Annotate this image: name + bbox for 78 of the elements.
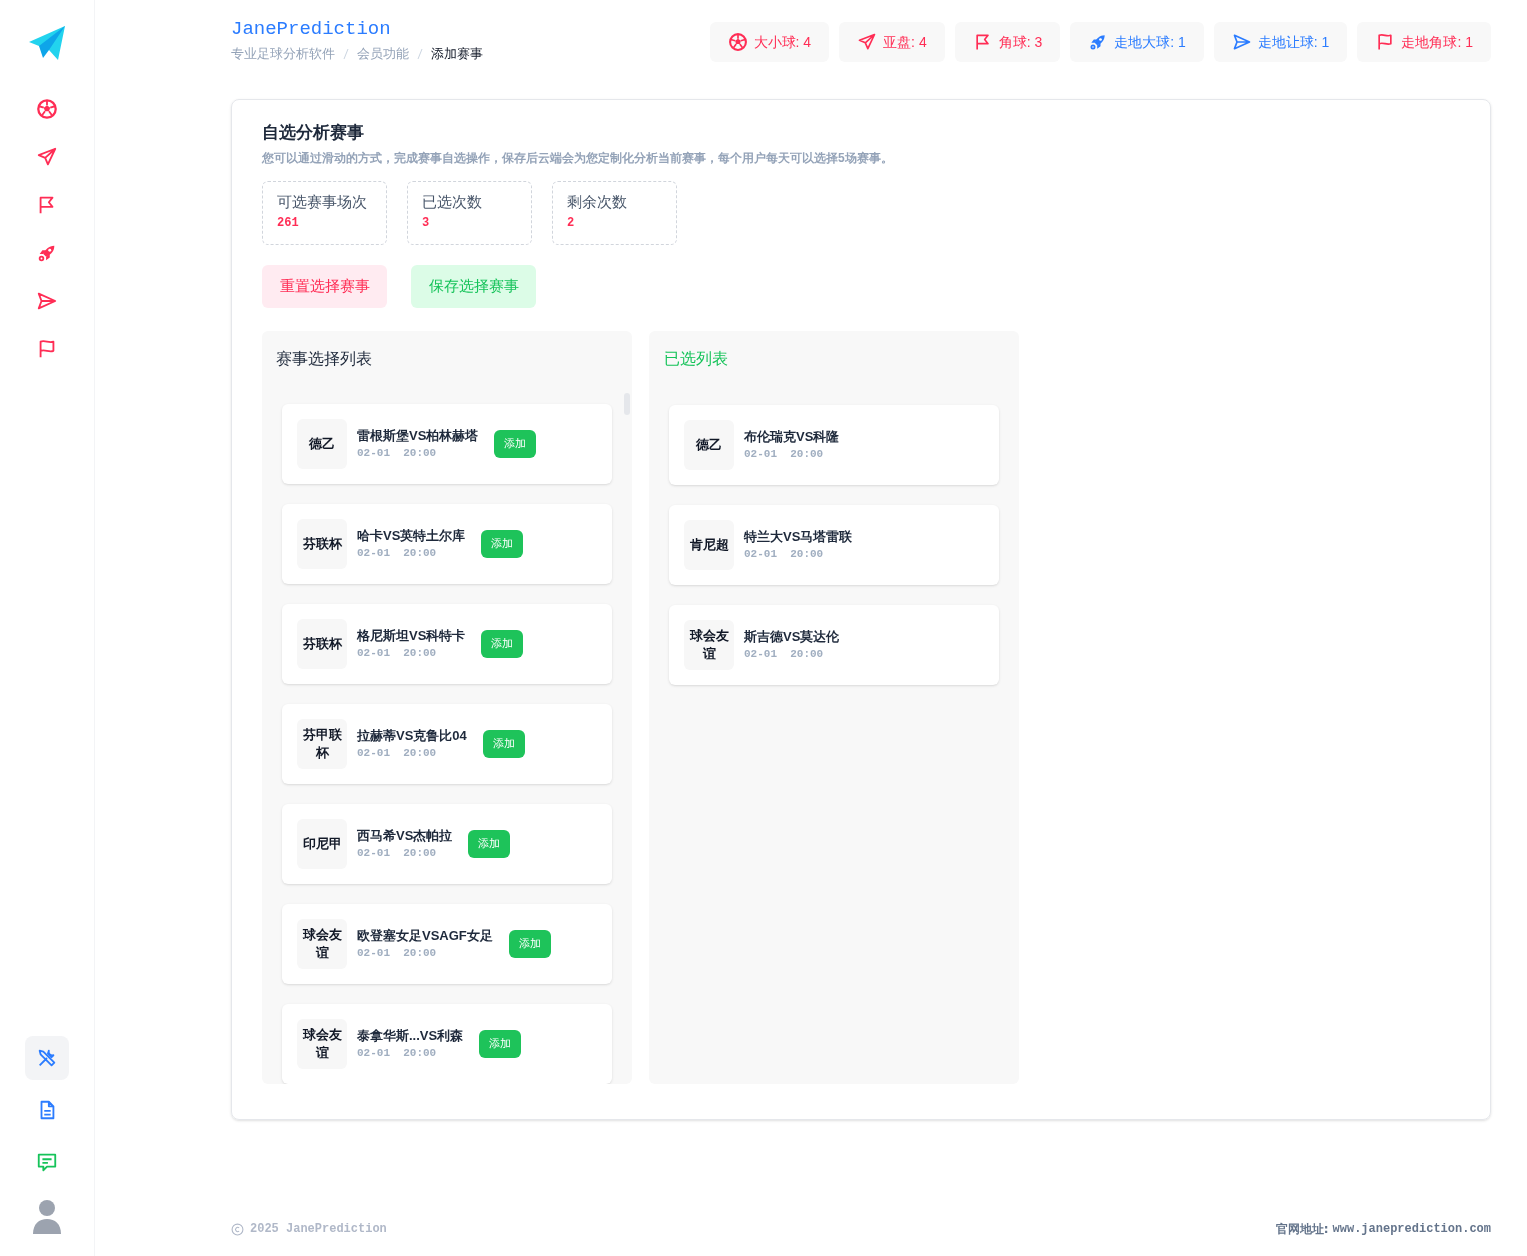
match-time: 02-01 20:00 (357, 1046, 438, 1061)
add-button[interactable]: 添加 (479, 1029, 522, 1058)
breadcrumb-separator-icon (343, 47, 349, 60)
football-icon (36, 98, 58, 120)
site-label: 官网地址: (1275, 1221, 1329, 1238)
site-link[interactable]: www.janeprediction.com (1332, 1220, 1491, 1238)
list-title: 已选列表 (663, 348, 729, 369)
stat-chip[interactable]: 亚盘: 4 (839, 22, 945, 62)
league-label: 德乙 (297, 418, 347, 469)
copyright-text: 2025 JanePrediction (250, 1221, 387, 1238)
league-label: 印尼甲 (297, 818, 347, 869)
breadcrumb-separator-icon (417, 47, 423, 60)
stat-value: 2 (567, 214, 576, 232)
stat-value: 3 (422, 214, 431, 232)
panel-title: 自选分析赛事 (262, 122, 365, 144)
paper-plane-logo-icon (29, 26, 65, 60)
match-teams: 拉赫蒂VS克鲁比04 (357, 726, 467, 745)
stat-chip[interactable]: 走地角球: 1 (1357, 22, 1491, 62)
match-time: 02-01 20:00 (357, 546, 438, 561)
add-button[interactable]: 添加 (508, 929, 551, 958)
breadcrumb-item[interactable]: 专业足球分析软件 (231, 44, 335, 64)
match-teams: 哈卡VS英特土尔库 (357, 526, 466, 545)
match-teams: 西马希VS杰帕拉 (357, 826, 453, 845)
nav-button[interactable] (36, 290, 58, 312)
panel-description: 您可以通过滑动的方式，完成赛事自选操作，保存后云端会为您定制化分析当前赛事，每个用户每天可以选择5场赛事。 (262, 149, 894, 167)
football-icon (727, 32, 748, 52)
stat-chip[interactable]: 大小球: 4 (709, 22, 830, 62)
league-label: 球会友谊 (297, 1018, 347, 1069)
tools-icon (36, 1047, 58, 1069)
nav-button[interactable] (36, 146, 58, 168)
match-time: 02-01 20:00 (744, 547, 825, 562)
paper-plane-icon (857, 32, 878, 52)
match-time: 02-01 20:00 (357, 946, 438, 961)
league-label: 球会友谊 (297, 918, 347, 969)
app-title: JanePrediction (231, 18, 392, 40)
chat-icon (36, 1151, 58, 1173)
league-label: 芬甲联杯 (297, 718, 347, 769)
add-button[interactable]: 添加 (468, 829, 511, 858)
sidebar-tool-button[interactable] (25, 1036, 69, 1080)
match-teams: 斯吉德VS莫达伦 (744, 627, 840, 646)
stat-label: 已选次数 (422, 191, 483, 212)
league-label: 芬联杯 (297, 518, 347, 569)
stat-chip[interactable]: 走地让球: 1 (1213, 22, 1348, 62)
match-teams: 雷根斯堡VS柏林赫塔 (357, 426, 479, 445)
match-teams: 欧登塞女足VSAGF女足 (357, 926, 493, 945)
list-title: 赛事选择列表 (275, 348, 373, 369)
breadcrumb-item: 添加赛事 (431, 45, 483, 63)
league-label: 肯尼超 (684, 519, 734, 570)
add-button[interactable]: 添加 (481, 529, 524, 558)
league-label: 芬联杯 (297, 618, 347, 669)
league-label: 球会友谊 (684, 619, 734, 670)
save-button[interactable]: 保存选择赛事 (411, 264, 536, 308)
add-button[interactable]: 添加 (494, 429, 537, 458)
stat-label: 剩余次数 (567, 191, 628, 212)
send-icon (36, 290, 58, 312)
match-teams: 特兰大VS马塔雷联 (744, 527, 853, 546)
nav-button[interactable] (36, 98, 58, 120)
match-time: 02-01 20:00 (744, 647, 825, 662)
match-time: 02-01 20:00 (357, 746, 438, 761)
breadcrumb-item[interactable]: 会员功能 (357, 44, 409, 64)
match-teams: 格尼斯坦VS科特卡 (357, 626, 466, 645)
reset-button[interactable]: 重置选择赛事 (262, 264, 387, 308)
stat-chip[interactable]: 走地大球: 1 (1070, 22, 1204, 62)
add-button[interactable]: 添加 (481, 629, 524, 658)
paper-plane-icon (36, 146, 58, 168)
match-time: 02-01 20:00 (744, 447, 825, 462)
stat-label: 可选赛事场次 (277, 191, 368, 212)
send-icon (1231, 32, 1252, 52)
match-teams: 泰拿华斯...VS利森 (357, 1026, 464, 1045)
stat-chip[interactable]: 角球: 3 (954, 22, 1061, 62)
match-time: 02-01 20:00 (357, 646, 438, 661)
league-label: 德乙 (684, 419, 734, 470)
stat-value: 261 (277, 214, 300, 232)
add-button[interactable]: 添加 (482, 729, 525, 758)
match-time: 02-01 20:00 (357, 846, 438, 861)
copyright-icon (231, 1222, 244, 1236)
match-time: 02-01 20:00 (357, 446, 438, 461)
match-teams: 布伦瑞克VS科隆 (744, 427, 840, 446)
